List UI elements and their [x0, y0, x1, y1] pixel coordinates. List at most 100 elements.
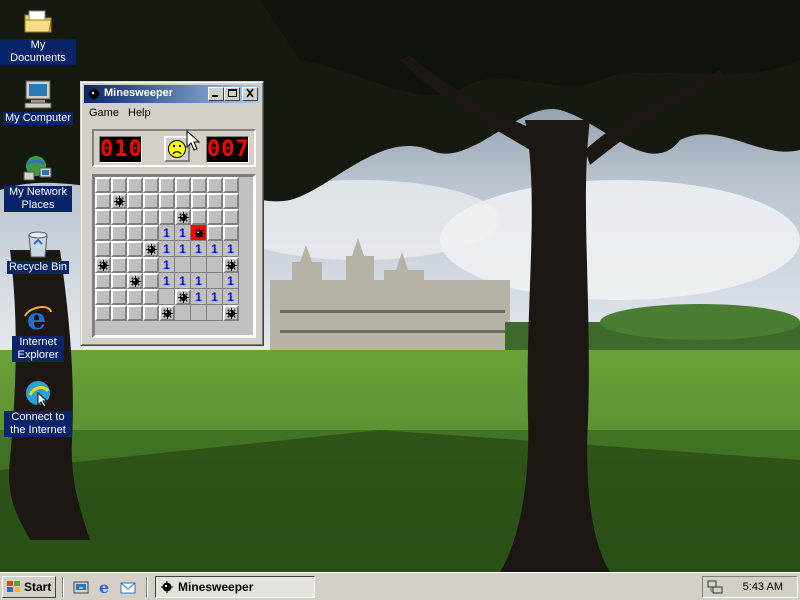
empty-cell[interactable]	[207, 305, 223, 321]
unopened-cell[interactable]	[111, 209, 127, 225]
unopened-cell[interactable]	[143, 209, 159, 225]
unopened-cell[interactable]	[95, 193, 111, 209]
mine-cell[interactable]	[175, 289, 191, 305]
number-cell[interactable]: 1	[191, 273, 207, 289]
unopened-cell[interactable]	[95, 289, 111, 305]
minimize-button[interactable]	[208, 87, 224, 101]
unopened-cell[interactable]	[127, 241, 143, 257]
desktop-icon-my-computer[interactable]: My Computer	[0, 78, 76, 125]
number-cell[interactable]: 1	[223, 273, 239, 289]
mine-cell[interactable]	[127, 273, 143, 289]
unopened-cell[interactable]	[95, 273, 111, 289]
unopened-cell[interactable]	[111, 305, 127, 321]
mine-cell[interactable]	[175, 209, 191, 225]
empty-cell[interactable]	[207, 273, 223, 289]
unopened-cell[interactable]	[191, 209, 207, 225]
empty-cell[interactable]	[191, 257, 207, 273]
empty-cell[interactable]	[159, 289, 175, 305]
unopened-cell[interactable]	[111, 241, 127, 257]
number-cell[interactable]: 1	[159, 257, 175, 273]
number-cell[interactable]: 1	[175, 225, 191, 241]
taskbar-button-minesweeper[interactable]: Minesweeper	[155, 576, 315, 598]
unopened-cell[interactable]	[111, 257, 127, 273]
number-cell[interactable]: 1	[207, 289, 223, 305]
number-cell[interactable]: 1	[175, 273, 191, 289]
unopened-cell[interactable]	[159, 177, 175, 193]
desktop-icon-my-documents[interactable]: My Documents	[0, 5, 76, 65]
mine-cell[interactable]	[143, 241, 159, 257]
number-cell[interactable]: 1	[191, 241, 207, 257]
unopened-cell[interactable]	[175, 177, 191, 193]
unopened-cell[interactable]	[95, 305, 111, 321]
unopened-cell[interactable]	[143, 257, 159, 273]
unopened-cell[interactable]	[191, 193, 207, 209]
unopened-cell[interactable]	[143, 289, 159, 305]
mine-cell[interactable]	[95, 257, 111, 273]
unopened-cell[interactable]	[111, 289, 127, 305]
title-bar[interactable]: Minesweeper	[84, 85, 260, 103]
mine-cell[interactable]	[223, 305, 239, 321]
unopened-cell[interactable]	[175, 193, 191, 209]
number-cell[interactable]: 1	[175, 241, 191, 257]
unopened-cell[interactable]	[127, 257, 143, 273]
desktop-icon-recycle-bin[interactable]: Recycle Bin	[0, 227, 76, 274]
unopened-cell[interactable]	[143, 193, 159, 209]
unopened-cell[interactable]	[207, 209, 223, 225]
menu-game[interactable]: Game	[89, 107, 119, 119]
unopened-cell[interactable]	[143, 177, 159, 193]
unopened-cell[interactable]	[143, 273, 159, 289]
unopened-cell[interactable]	[111, 225, 127, 241]
unopened-cell[interactable]	[95, 177, 111, 193]
number-cell[interactable]: 1	[223, 289, 239, 305]
launch-outlook-express-icon[interactable]	[120, 579, 136, 595]
unopened-cell[interactable]	[111, 177, 127, 193]
close-button[interactable]	[242, 87, 258, 101]
unopened-cell[interactable]	[207, 177, 223, 193]
unopened-cell[interactable]	[143, 305, 159, 321]
desktop-icon-connect-to-the-internet[interactable]: Connect to the Internet	[0, 377, 76, 437]
empty-cell[interactable]	[207, 257, 223, 273]
number-cell[interactable]: 1	[159, 225, 175, 241]
mine-cell[interactable]	[111, 193, 127, 209]
menu-help[interactable]: Help	[128, 107, 151, 119]
unopened-cell[interactable]	[95, 241, 111, 257]
start-button[interactable]: Start	[2, 576, 56, 598]
empty-cell[interactable]	[191, 305, 207, 321]
empty-cell[interactable]	[175, 257, 191, 273]
unopened-cell[interactable]	[127, 289, 143, 305]
show-desktop-icon[interactable]	[73, 579, 89, 595]
unopened-cell[interactable]	[223, 209, 239, 225]
mine-cell[interactable]	[223, 257, 239, 273]
unopened-cell[interactable]	[191, 177, 207, 193]
exploded-mine-cell[interactable]	[191, 225, 207, 241]
unopened-cell[interactable]	[207, 193, 223, 209]
number-cell[interactable]: 1	[159, 241, 175, 257]
desktop-icon-my-network-places[interactable]: My Network Places	[0, 152, 76, 212]
minesweeper-window[interactable]: Minesweeper Game Help 010 007 1111111111…	[80, 81, 264, 346]
empty-cell[interactable]	[175, 305, 191, 321]
desktop-icon-internet-explorer[interactable]: e Internet Explorer	[0, 302, 76, 362]
unopened-cell[interactable]	[127, 225, 143, 241]
unopened-cell[interactable]	[159, 209, 175, 225]
maximize-button[interactable]	[224, 87, 240, 101]
number-cell[interactable]: 1	[159, 273, 175, 289]
number-cell[interactable]: 1	[223, 241, 239, 257]
unopened-cell[interactable]	[95, 225, 111, 241]
unopened-cell[interactable]	[127, 193, 143, 209]
number-cell[interactable]: 1	[207, 241, 223, 257]
unopened-cell[interactable]	[95, 209, 111, 225]
unopened-cell[interactable]	[223, 225, 239, 241]
unopened-cell[interactable]	[207, 225, 223, 241]
unopened-cell[interactable]	[127, 177, 143, 193]
unopened-cell[interactable]	[111, 273, 127, 289]
unopened-cell[interactable]	[143, 225, 159, 241]
unopened-cell[interactable]	[127, 305, 143, 321]
mine-cell[interactable]	[159, 305, 175, 321]
unopened-cell[interactable]	[127, 209, 143, 225]
number-cell[interactable]: 1	[191, 289, 207, 305]
unopened-cell[interactable]	[223, 193, 239, 209]
unopened-cell[interactable]	[159, 193, 175, 209]
unopened-cell[interactable]	[223, 177, 239, 193]
launch-internet-explorer-icon[interactable]: e	[97, 578, 113, 597]
network-status-icon[interactable]	[707, 579, 723, 595]
